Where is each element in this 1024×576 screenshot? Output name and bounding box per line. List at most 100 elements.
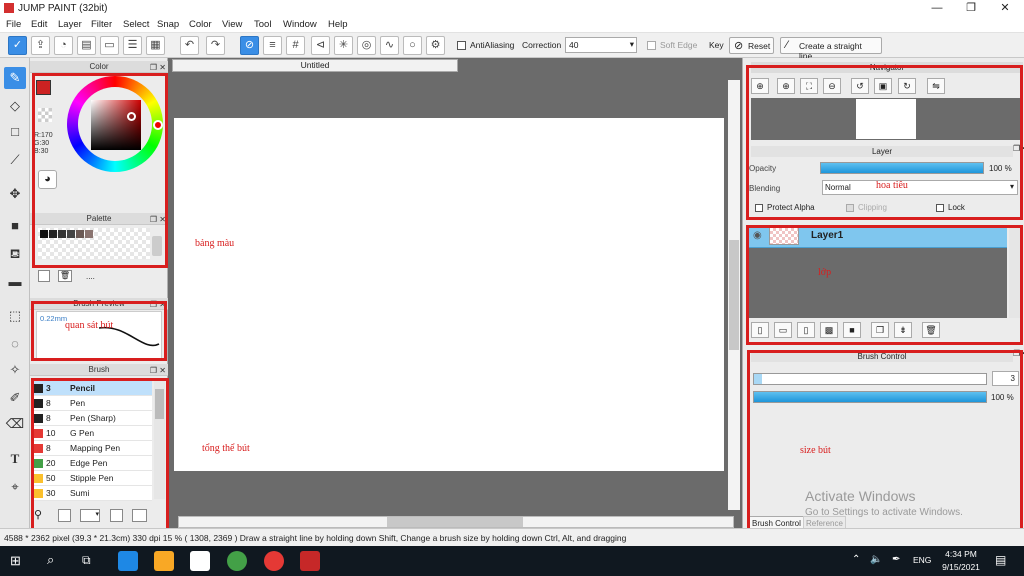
- radial-snap-icon[interactable]: ✳: [334, 36, 353, 55]
- check-icon[interactable]: ✓: [8, 36, 27, 55]
- folder-icon[interactable]: ■: [843, 322, 861, 338]
- volume-icon[interactable]: 🔈: [870, 554, 882, 565]
- curve-snap-icon[interactable]: ∿: [380, 36, 399, 55]
- navigator-view[interactable]: [751, 98, 1021, 140]
- magic-wand-icon[interactable]: ✧: [4, 359, 26, 381]
- panel-close-icon[interactable]: ❐✕: [1013, 349, 1024, 358]
- main-color-swatch[interactable]: [36, 80, 51, 95]
- palette-scrollbar[interactable]: [152, 236, 162, 256]
- panel-close-icon[interactable]: ❐ ✕: [150, 299, 166, 310]
- panel-close-icon[interactable]: ❐ ✕: [150, 214, 166, 225]
- menu-file[interactable]: File: [6, 19, 21, 30]
- jump-paint-taskbar-icon[interactable]: [300, 551, 320, 571]
- brush-opacity-slider[interactable]: [753, 391, 987, 403]
- eyedropper-icon[interactable]: ⌖: [4, 476, 26, 498]
- fit-icon[interactable]: ⛶: [800, 78, 818, 94]
- layer-row[interactable]: ◉ Layer1: [749, 226, 1007, 248]
- text-tool-icon[interactable]: T: [4, 448, 26, 470]
- opacity-slider[interactable]: [820, 162, 984, 174]
- document-tab[interactable]: Untitled: [172, 59, 458, 72]
- rotate-reset-icon[interactable]: ▣: [874, 78, 892, 94]
- brush-item-edge-pen[interactable]: 20 Edge Pen: [32, 456, 152, 471]
- delete-layer-icon[interactable]: 🗑: [922, 322, 940, 338]
- bucket-tool-icon[interactable]: ⛾: [4, 243, 26, 265]
- lock-checkbox[interactable]: [936, 204, 944, 212]
- menu-filter[interactable]: Filter: [91, 19, 112, 30]
- brush-setting-icon[interactable]: [110, 509, 123, 522]
- notification-icon[interactable]: ▤: [995, 553, 1006, 567]
- palette-swatch[interactable]: [40, 230, 48, 238]
- blending-select[interactable]: Normal ▾: [822, 180, 1018, 195]
- brush-item-g-pen[interactable]: 10 G Pen: [32, 426, 152, 441]
- pen-tray-icon[interactable]: ✒: [892, 554, 900, 565]
- ellipse-snap-icon[interactable]: ○: [403, 36, 422, 55]
- panel-close-icon[interactable]: ❐ ✕: [150, 62, 166, 73]
- tray-chevron-icon[interactable]: ⌃: [852, 554, 860, 565]
- rectangle-tool-icon[interactable]: □: [4, 121, 26, 143]
- menu-edit[interactable]: Edit: [31, 19, 47, 30]
- grid-snap-icon[interactable]: #: [286, 36, 305, 55]
- chrome-icon[interactable]: [264, 551, 284, 571]
- clock-time[interactable]: 4:34 PM: [943, 549, 979, 559]
- horizontal-scrollbar[interactable]: [178, 516, 734, 528]
- brush-item-pen[interactable]: 8 Pen: [32, 396, 152, 411]
- minimize-button[interactable]: —: [922, 1, 952, 16]
- brush-item-pen-sharp[interactable]: 8 Pen (Sharp): [32, 411, 152, 426]
- message-icon[interactable]: ▤: [77, 36, 96, 55]
- select-rect-icon[interactable]: ⬚: [4, 305, 26, 327]
- grid-icon[interactable]: ▦: [146, 36, 165, 55]
- canvas-paper[interactable]: [174, 118, 724, 471]
- page-icon[interactable]: ▭: [100, 36, 119, 55]
- straight-line-button[interactable]: ⁄ Create a straight line: [780, 37, 882, 61]
- menu-help[interactable]: Help: [328, 19, 348, 30]
- line-tool-icon[interactable]: ⟋: [4, 149, 26, 171]
- brush-size-slider[interactable]: [753, 373, 987, 385]
- brush-menu-icon[interactable]: ▾: [80, 509, 100, 522]
- edge-icon[interactable]: [118, 551, 138, 571]
- select-pen-icon[interactable]: ✐: [4, 387, 26, 409]
- brush-list-scrollbar[interactable]: [154, 379, 165, 499]
- vanishing-snap-icon[interactable]: ⊲: [311, 36, 330, 55]
- fill-rect-tool-icon[interactable]: ■: [4, 215, 26, 237]
- palette-picker-icon[interactable]: ◕: [38, 170, 57, 189]
- brush-folder-icon[interactable]: [132, 509, 147, 522]
- maximize-button[interactable]: ❐: [956, 1, 986, 16]
- parallel-snap-icon[interactable]: ≡: [263, 36, 282, 55]
- tone-layer-icon[interactable]: ▩: [820, 322, 838, 338]
- lasso-icon[interactable]: ◌: [4, 333, 26, 355]
- sv-cursor[interactable]: [127, 112, 136, 121]
- transparent-swatch[interactable]: [38, 108, 52, 122]
- menu-select[interactable]: Select: [123, 19, 149, 30]
- zoom-in-icon[interactable]: ⊕: [751, 78, 769, 94]
- rotate-right-icon[interactable]: ↻: [898, 78, 916, 94]
- menu-layer[interactable]: Layer: [58, 19, 82, 30]
- protect-alpha-checkbox[interactable]: [755, 204, 763, 212]
- windows-start-icon[interactable]: ⊞: [10, 554, 24, 568]
- merge-layer-icon[interactable]: ⇟: [894, 322, 912, 338]
- antialiasing-checkbox[interactable]: [457, 41, 466, 50]
- new-page-icon[interactable]: ▯: [797, 322, 815, 338]
- file-explorer-icon[interactable]: [154, 551, 174, 571]
- brush-item-stipple-pen[interactable]: 50 Stipple Pen: [32, 471, 152, 486]
- palette-more[interactable]: ....: [86, 272, 95, 281]
- redo-icon[interactable]: ↷: [206, 36, 225, 55]
- brush-item-sumi[interactable]: 30 Sumi: [32, 486, 152, 501]
- menu-color[interactable]: Color: [189, 19, 212, 30]
- rotate-left-icon[interactable]: ↺: [851, 78, 869, 94]
- layer-list[interactable]: ◉ Layer1: [749, 226, 1007, 318]
- no-snap-icon[interactable]: ⊘: [240, 36, 259, 55]
- new-layer-text-icon[interactable]: ▭: [774, 322, 792, 338]
- menu-window[interactable]: Window: [283, 19, 317, 30]
- flip-icon[interactable]: ⇋: [927, 78, 945, 94]
- zoom-out-icon[interactable]: ⊖: [823, 78, 841, 94]
- select-eraser-icon[interactable]: ⌫: [4, 413, 26, 435]
- vertical-scrollbar[interactable]: [728, 80, 740, 510]
- brush-item-mapping-pen[interactable]: 8 Mapping Pen: [32, 441, 152, 456]
- menu-view[interactable]: View: [222, 19, 242, 30]
- delete-palette-icon[interactable]: 🗑: [58, 270, 72, 282]
- palette-swatch[interactable]: [85, 230, 93, 238]
- clock-date[interactable]: 9/15/2021: [939, 562, 983, 572]
- app-green-icon[interactable]: [227, 551, 247, 571]
- task-view-icon[interactable]: ⧉: [82, 553, 91, 568]
- menu-tool[interactable]: Tool: [254, 19, 271, 30]
